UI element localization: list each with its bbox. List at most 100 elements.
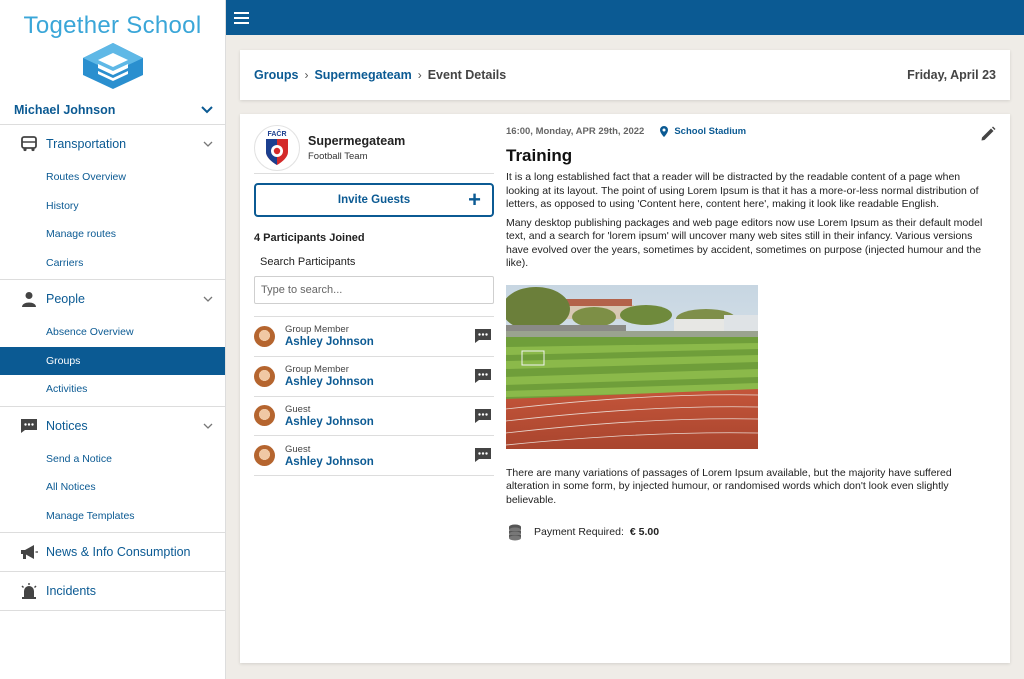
participant-role: Group Member xyxy=(285,324,349,336)
nav-item-manage-routes[interactable]: Manage routes xyxy=(0,220,225,249)
event-description: Many desktop publishing packages and web… xyxy=(506,216,983,270)
nav-item-send-notice[interactable]: Send a Notice xyxy=(0,445,225,474)
user-name: Michael Johnson xyxy=(14,102,116,117)
nav-people[interactable]: People xyxy=(0,280,225,318)
nav-item-routes-overview[interactable]: Routes Overview xyxy=(0,163,225,192)
nav-notices[interactable]: Notices xyxy=(0,407,225,445)
chevron-down-icon xyxy=(203,296,213,302)
payment-label: Payment Required: xyxy=(534,526,624,538)
event-details-card: FAČR Supermegateam Football Team Invite … xyxy=(240,114,1010,663)
participant-name[interactable]: Ashley Johnson xyxy=(285,456,374,468)
bus-icon xyxy=(18,135,40,153)
nav-section-incidents: Incidents xyxy=(0,572,225,611)
chat-bubble-icon[interactable] xyxy=(474,408,492,424)
search-participants-label: Search Participants xyxy=(260,256,356,268)
participant-item: Group Member Ashley Johnson xyxy=(254,357,494,397)
nav-item-activities[interactable]: Activities xyxy=(0,375,225,404)
nav-news[interactable]: News & Info Consumption xyxy=(0,533,225,571)
participant-item: Guest Ashley Johnson xyxy=(254,397,494,437)
avatar[interactable] xyxy=(254,405,275,427)
school-logo-icon xyxy=(82,43,143,89)
event-description: There are many variations of passages of… xyxy=(506,466,952,506)
event-location-label: School Stadium xyxy=(674,126,747,137)
participant-item: Group Member Ashley Johnson xyxy=(254,317,494,357)
breadcrumb-team[interactable]: Supermegateam xyxy=(314,68,411,82)
avatar[interactable] xyxy=(254,365,275,387)
nav-item-all-notices[interactable]: All Notices xyxy=(0,473,225,502)
invite-guests-button[interactable]: Invite Guests + xyxy=(254,183,494,217)
participant-role: Guest xyxy=(285,403,311,415)
nav-people-label: People xyxy=(46,292,85,306)
event-title: Training xyxy=(506,146,573,165)
stadium-photo xyxy=(506,284,758,449)
avatar[interactable] xyxy=(254,325,275,347)
nav-section-notices: Notices Send a Notice All Notices Manage… xyxy=(0,407,225,533)
event-datetime: 16:00, Monday, APR 29th, 2022 xyxy=(506,126,645,137)
nav-incidents[interactable]: Incidents xyxy=(0,572,225,610)
payment-amount: € 5.00 xyxy=(629,526,660,538)
payment-info: Payment Required: € 5.00 xyxy=(506,523,996,541)
participant-name[interactable]: Ashley Johnson xyxy=(285,336,374,348)
event-info: 16:00, Monday, APR 29th, 2022 School Sta… xyxy=(506,126,996,541)
chevron-down-icon xyxy=(203,141,213,147)
chevron-right-icon: › xyxy=(304,68,309,82)
nav-item-carriers[interactable]: Carriers xyxy=(0,249,225,278)
nav-incidents-label: Incidents xyxy=(46,584,97,598)
event-location[interactable]: School Stadium xyxy=(660,126,746,137)
pencil-icon[interactable] xyxy=(980,126,996,142)
hamburger-icon[interactable] xyxy=(234,11,249,24)
nav-section-transportation: Transportation Routes Overview History M… xyxy=(0,125,225,280)
chevron-down-icon xyxy=(201,105,213,113)
nav-item-manage-templates[interactable]: Manage Templates xyxy=(0,502,225,531)
nav-section-people: People Absence Overview Groups Activitie… xyxy=(0,280,225,407)
nav-transportation-label: Transportation xyxy=(46,137,127,151)
participants-count: 4 Participants Joined xyxy=(254,232,365,244)
current-date: Friday, April 23 xyxy=(907,68,996,82)
siren-icon xyxy=(18,582,40,600)
event-description: It is a long established fact that a rea… xyxy=(506,171,979,210)
participant-name[interactable]: Ashley Johnson xyxy=(285,376,374,388)
chat-bubble-icon[interactable] xyxy=(474,368,492,384)
nav-notices-label: Notices xyxy=(46,418,88,433)
participant-role: Group Member xyxy=(285,364,349,376)
nav-item-groups[interactable]: Groups xyxy=(0,346,225,375)
coins-icon xyxy=(509,524,521,541)
invite-guests-label: Invite Guests xyxy=(337,194,411,206)
breadcrumb-groups[interactable]: Groups xyxy=(254,68,298,82)
participant-role: Guest xyxy=(285,443,311,455)
breadcrumb-bar: Groups › Supermegateam › Event Details F… xyxy=(240,50,1010,100)
chat-bubble-icon[interactable] xyxy=(474,328,492,344)
megaphone-icon xyxy=(18,543,40,561)
person-icon xyxy=(18,290,40,308)
team-crest-icon: FAČR xyxy=(266,129,288,165)
participants-panel: FAČR Supermegateam Football Team Invite … xyxy=(254,124,494,477)
chevron-down-icon xyxy=(203,423,213,429)
nav-transportation[interactable]: Transportation xyxy=(0,125,225,163)
chat-bubble-icon xyxy=(18,417,40,435)
event-meta: 16:00, Monday, APR 29th, 2022 School Sta… xyxy=(506,126,996,137)
svg-text:FAČR: FAČR xyxy=(267,129,286,138)
breadcrumb: Groups › Supermegateam › Event Details xyxy=(254,68,907,82)
breadcrumb-current: Event Details xyxy=(427,68,507,82)
avatar[interactable] xyxy=(254,445,275,467)
nav-section-news: News & Info Consumption xyxy=(0,533,225,572)
nav-item-history[interactable]: History xyxy=(0,192,225,221)
brand-name: Together School xyxy=(23,12,202,39)
participant-item: Guest Ashley Johnson xyxy=(254,436,494,477)
nav-news-label: News & Info Consumption xyxy=(46,545,191,559)
team-logo: FAČR xyxy=(254,124,300,171)
chevron-right-icon: › xyxy=(417,68,422,82)
top-bar xyxy=(226,0,1024,35)
team-name: Supermegateam xyxy=(308,133,406,148)
team-header: FAČR Supermegateam Football Team xyxy=(254,124,494,174)
plus-icon: + xyxy=(468,187,481,212)
chat-bubble-icon[interactable] xyxy=(474,447,492,463)
participant-name[interactable]: Ashley Johnson xyxy=(285,416,374,428)
brand-logo[interactable]: Together School xyxy=(0,0,225,95)
team-type: Football Team xyxy=(308,150,368,162)
participants-list: Group Member Ashley Johnson Group Member… xyxy=(254,316,494,477)
nav-item-absence-overview[interactable]: Absence Overview xyxy=(0,318,225,347)
map-pin-icon xyxy=(660,126,669,137)
user-menu[interactable]: Michael Johnson xyxy=(0,95,225,125)
search-participants-input[interactable] xyxy=(254,276,494,304)
